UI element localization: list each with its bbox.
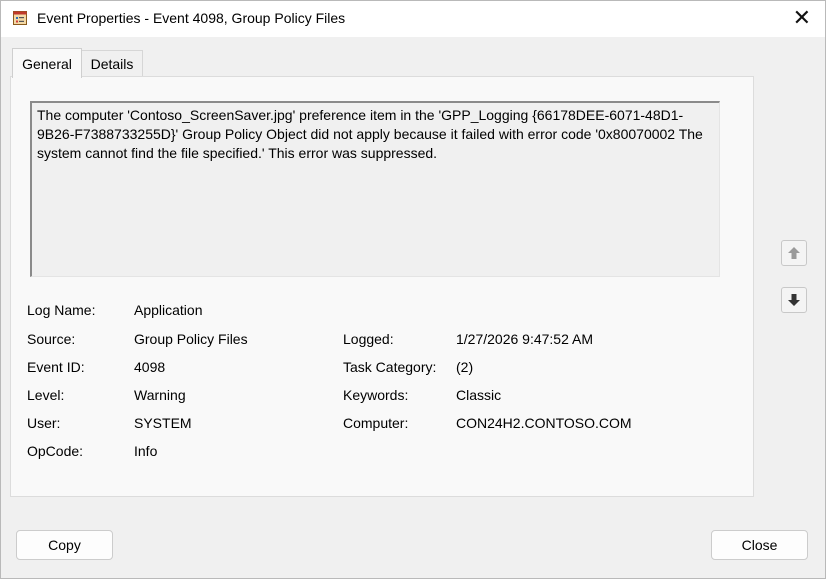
- event-description-text[interactable]: The computer 'Contoso_ScreenSaver.jpg' p…: [30, 101, 720, 277]
- log-name-label: Log Name:: [27, 302, 96, 318]
- keywords-label: Keywords:: [343, 387, 409, 403]
- event-id-label: Event ID:: [27, 359, 85, 375]
- task-category-value: (2): [456, 359, 474, 375]
- opcode-label: OpCode:: [27, 443, 84, 459]
- next-event-button[interactable]: [781, 287, 807, 313]
- tab-general[interactable]: General: [12, 48, 82, 78]
- level-value: Warning: [134, 387, 186, 403]
- logged-label: Logged:: [343, 331, 394, 347]
- computer-label: Computer:: [343, 415, 409, 431]
- keywords-value: Classic: [456, 387, 502, 403]
- window-title: Event Properties - Event 4098, Group Pol…: [37, 10, 346, 26]
- previous-event-button[interactable]: [781, 240, 807, 266]
- general-tab-panel: The computer 'Contoso_ScreenSaver.jpg' p…: [10, 76, 754, 497]
- tab-details[interactable]: Details: [81, 50, 143, 77]
- computer-value: CON24H2.CONTOSO.COM: [456, 415, 632, 431]
- task-category-label: Task Category:: [343, 359, 437, 375]
- arrow-up-icon: [788, 247, 800, 259]
- level-label: Level:: [27, 387, 65, 403]
- user-value: SYSTEM: [134, 415, 192, 431]
- logged-value: 1/27/2026 9:47:52 AM: [456, 331, 593, 347]
- close-button[interactable]: Close: [711, 530, 808, 560]
- event-properties-window: Event Properties - Event 4098, Group Pol…: [0, 0, 826, 579]
- close-window-icon[interactable]: ✕: [793, 5, 811, 31]
- arrow-down-icon: [788, 294, 800, 306]
- event-log-icon: [13, 11, 27, 25]
- opcode-value: Info: [134, 443, 158, 459]
- event-id-value: 4098: [134, 359, 166, 375]
- copy-button[interactable]: Copy: [16, 530, 113, 560]
- source-label: Source:: [27, 331, 76, 347]
- log-name-value: Application: [134, 302, 203, 318]
- title-bar[interactable]: Event Properties - Event 4098, Group Pol…: [1, 1, 825, 37]
- user-label: User:: [27, 415, 61, 431]
- source-value: Group Policy Files: [134, 331, 248, 347]
